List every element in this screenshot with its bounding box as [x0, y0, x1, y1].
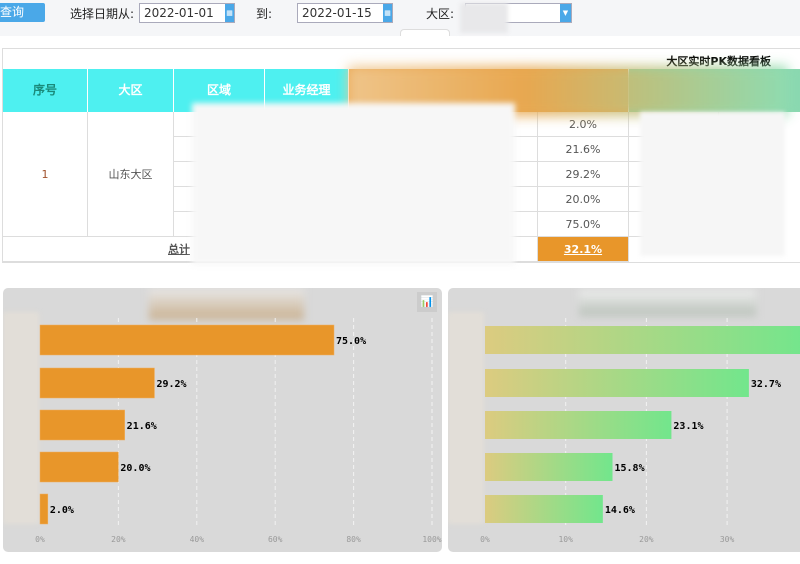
date-to-input[interactable]: 2022-01-15 ▦	[297, 3, 393, 23]
header-index: 序号	[3, 69, 88, 112]
date-from-label: 选择日期从:	[70, 7, 135, 21]
data-label: 21.6%	[127, 421, 157, 432]
chevron-down-icon[interactable]: ▼	[560, 4, 571, 22]
rate-cell: 21.6%	[538, 137, 629, 162]
calendar-icon[interactable]: ▦	[225, 4, 234, 22]
x-tick-label: 0%	[480, 535, 490, 544]
data-label: 32.7%	[751, 379, 781, 390]
x-tick-label: 20%	[639, 535, 654, 544]
bar-chart-right: 0% 10% 20% 30% 32.7% 23.1% 15.8% 14.6%	[448, 312, 800, 544]
rate-cell: 29.2%	[538, 162, 629, 187]
row-index: 1	[3, 112, 88, 237]
date-from-value: 2022-01-01	[144, 6, 214, 20]
data-label: 75.0%	[336, 336, 366, 347]
axis-labels-redacted	[3, 312, 39, 524]
x-tick-label: 80%	[346, 535, 361, 544]
date-to-value: 2022-01-15	[302, 6, 372, 20]
bar	[39, 324, 335, 356]
bar	[485, 411, 672, 439]
x-tick-label: 60%	[268, 535, 283, 544]
chart-panel-right: 0% 10% 20% 30% 32.7% 23.1% 15.8% 14.6%	[448, 288, 800, 552]
data-label: 14.6%	[605, 505, 635, 516]
data-label: 29.2%	[156, 379, 186, 390]
date-to-label: 到:	[256, 7, 273, 21]
x-tick-label: 40%	[190, 535, 205, 544]
collapse-toggle[interactable]	[400, 29, 450, 36]
bar	[485, 453, 613, 481]
x-tick-label: 10%	[558, 535, 573, 544]
date-from-input[interactable]: 2022-01-01 ▦	[139, 3, 235, 23]
x-tick-label: 20%	[111, 535, 126, 544]
bar-chart-left: 0% 20% 40% 60% 80% 100% 75.0% 29.2% 21.6% 20.0% 2.…	[3, 312, 442, 544]
row-region: 山东大区	[88, 112, 174, 237]
bar	[39, 367, 155, 399]
region-select[interactable]: ▼	[460, 3, 572, 33]
data-label: 23.1%	[673, 421, 703, 432]
bar	[485, 369, 749, 397]
header-region: 大区	[88, 69, 174, 112]
x-tick-label: 0%	[35, 535, 45, 544]
bar	[485, 326, 800, 354]
calendar-icon[interactable]: ▦	[383, 4, 392, 22]
redacted-block	[192, 103, 515, 265]
axis-labels-redacted	[448, 312, 484, 524]
bar	[485, 495, 603, 523]
data-label: 15.8%	[615, 463, 645, 474]
chart-panel-left: 📊 0% 20% 40% 60% 80% 100% 75.0% 29.2% 21.6% 20.0%…	[3, 288, 442, 552]
data-label: 20.0%	[120, 463, 150, 474]
x-tick-label: 100%	[422, 535, 441, 544]
redacted-value	[460, 3, 508, 33]
query-button[interactable]: 查询	[0, 3, 45, 22]
region-label: 大区:	[426, 7, 455, 21]
total-rate[interactable]: 32.1%	[538, 237, 629, 262]
rate-cell: 75.0%	[538, 212, 629, 237]
data-label: 2.0%	[50, 505, 74, 516]
bar	[39, 493, 49, 525]
bar	[39, 409, 125, 441]
rate-cell: 20.0%	[538, 187, 629, 212]
x-tick-label: 30%	[720, 535, 735, 544]
bar	[39, 451, 119, 483]
redacted-block	[640, 112, 785, 256]
